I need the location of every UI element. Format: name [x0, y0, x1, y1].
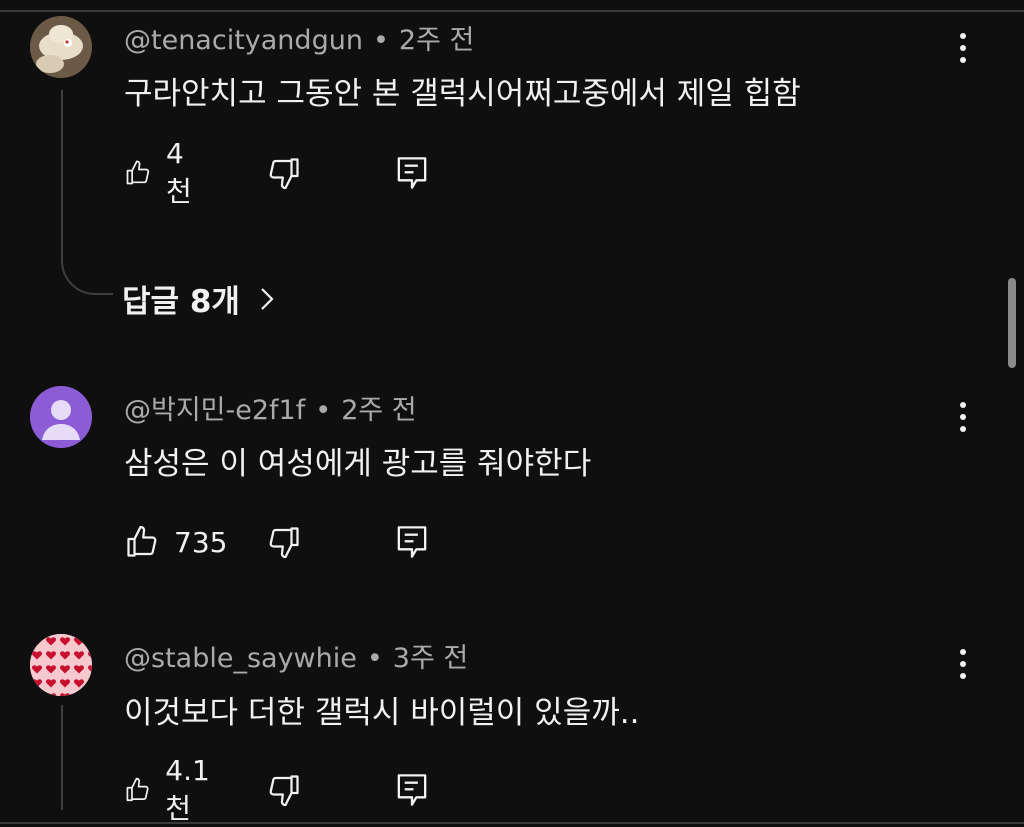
comment-meta: @stable_saywhie • 3주 전	[124, 636, 468, 675]
menu-dot	[960, 426, 966, 432]
replies-label: 답글 8개	[122, 284, 240, 320]
author-name[interactable]: @tenacityandgun	[124, 25, 363, 56]
menu-dot	[960, 57, 966, 63]
avatar-image	[30, 16, 92, 78]
thumbs-down-icon	[269, 527, 299, 559]
menu-dot	[960, 649, 966, 655]
meta-separator: •	[366, 643, 383, 674]
dislike-button[interactable]	[266, 770, 302, 810]
thread-curve	[61, 255, 113, 295]
like-button[interactable]: 735	[124, 522, 227, 562]
more-options-button[interactable]	[948, 397, 978, 437]
meta-separator: •	[372, 25, 389, 56]
dislike-button[interactable]	[266, 153, 302, 193]
like-count: 4천	[165, 136, 192, 208]
scrollbar-thumb[interactable]	[1008, 278, 1016, 368]
menu-dot	[960, 414, 966, 420]
author-name[interactable]: @stable_saywhie	[124, 643, 357, 674]
meta-separator: •	[315, 395, 332, 426]
menu-dot	[960, 402, 966, 408]
comment-time: 3주 전	[392, 643, 469, 674]
like-button[interactable]: 4천	[124, 137, 200, 208]
comment-text: 삼성은 이 여성에게 광고를 줘야한다	[124, 446, 592, 482]
like-count: 735	[174, 525, 228, 559]
bottom-divider	[0, 822, 1024, 824]
avatar[interactable]	[30, 16, 92, 78]
reply-button[interactable]	[394, 153, 430, 193]
comment-meta: @박지민-e2f1f • 2주 전	[124, 388, 417, 427]
thumbs-up-icon	[126, 777, 149, 802]
more-options-button[interactable]	[948, 28, 978, 68]
menu-dot	[960, 661, 966, 667]
reply-button[interactable]	[394, 522, 430, 562]
top-divider	[0, 10, 1024, 12]
menu-dot	[960, 45, 966, 51]
thread-line	[61, 90, 63, 260]
comment-time: 2주 전	[341, 395, 417, 426]
reply-comment-icon	[397, 157, 427, 189]
menu-dot	[960, 33, 966, 39]
thread-line	[61, 705, 63, 810]
comment-text: 이것보다 더한 갤럭시 바이럴이 있을까..	[124, 695, 640, 731]
dislike-button[interactable]	[266, 522, 302, 562]
like-button[interactable]: 4.1천	[124, 754, 219, 825]
view-replies-button[interactable]: 답글 8개	[122, 276, 274, 321]
thumbs-up-icon	[127, 525, 157, 557]
comment-meta: @tenacityandgun • 2주 전	[124, 18, 474, 57]
default-avatar-icon	[30, 386, 92, 448]
more-options-button[interactable]	[948, 644, 978, 684]
reply-comment-icon	[397, 526, 427, 558]
avatar[interactable]	[30, 386, 92, 448]
hearts-avatar-image	[30, 634, 92, 696]
reply-comment-icon	[397, 774, 427, 806]
thumbs-down-icon	[269, 158, 299, 190]
comment-time: 2주 전	[398, 25, 475, 56]
comment-text: 구라안치고 그동안 본 갤럭시어쩌고중에서 제일 힙함	[124, 76, 801, 112]
thumbs-up-icon	[126, 160, 150, 185]
like-count: 4.1천	[165, 753, 210, 825]
thumbs-down-icon	[269, 775, 299, 807]
reply-button[interactable]	[394, 770, 430, 810]
menu-dot	[960, 673, 966, 679]
author-name[interactable]: @박지민-e2f1f	[124, 395, 305, 426]
chevron-right-icon	[261, 287, 274, 310]
avatar[interactable]	[30, 634, 92, 696]
